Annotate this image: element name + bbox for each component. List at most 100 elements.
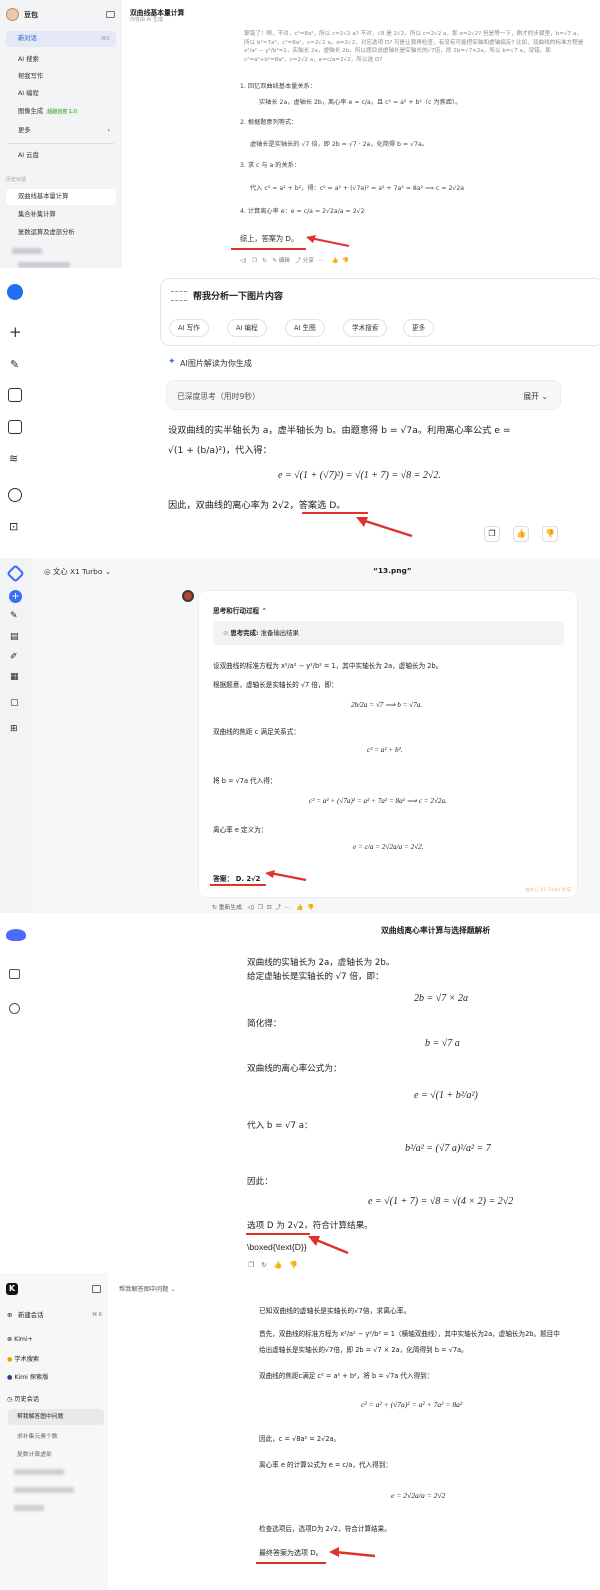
thumb-up-icon[interactable]: 👍 — [296, 905, 303, 911]
annotation-arrow — [356, 517, 413, 538]
formula-2: b = √7 a — [425, 1038, 460, 1049]
message-actions: ❐ ↻ 👍 👎 — [248, 1261, 298, 1269]
status-value: 准备输出结果 — [260, 629, 299, 637]
copy-icon[interactable]: ❐ — [258, 905, 263, 911]
thumb-up-icon[interactable]: 👍 — [513, 526, 529, 542]
pen-icon[interactable]: ✎ — [10, 358, 19, 371]
annotation-arrow — [265, 870, 307, 882]
thumb-up-icon[interactable]: 👍 — [274, 1261, 283, 1269]
regenerate-button[interactable]: ↻ 重新生成 — [212, 905, 242, 911]
assistant2-panel: + ✎ ≋ ⊡ 帮我分析一下图片内容 AI 写作 AI 编程 AI 生图 学术搜… — [0, 268, 600, 558]
chip-ai-image[interactable]: AI 生图 — [285, 319, 325, 337]
shortcut-badge: ⌘K — [100, 36, 110, 42]
thumb-down-icon[interactable]: 👎 — [307, 905, 314, 911]
terminal-icon[interactable] — [8, 388, 22, 402]
pen-icon[interactable]: ✎ — [10, 611, 18, 621]
model-selector[interactable]: ◎ 文心 X1 Turbo ⌄ — [44, 566, 111, 577]
chip-academic[interactable]: 学术搜索 — [343, 319, 388, 337]
history-item[interactable]: 复数计算虚部 — [17, 1449, 52, 1458]
apps-icon[interactable]: ⊞ — [10, 724, 18, 734]
thumb-down-icon[interactable]: 👎 — [542, 526, 558, 542]
plugin-icon[interactable]: ⊡ — [9, 520, 18, 533]
share-icon[interactable]: ⤴ — [275, 905, 281, 911]
expand-button[interactable]: 展开 ⌄ — [523, 391, 548, 402]
thumb-down-icon[interactable]: 👎 — [289, 1261, 298, 1269]
copy-icon[interactable]: ❐ — [252, 258, 257, 264]
avatar[interactable] — [6, 8, 19, 21]
line-2: 根据题意，虚轴长是实轴长的 √7 倍，即： — [213, 681, 338, 689]
regenerate-icon[interactable]: ↻ — [262, 258, 267, 264]
sidebar-item-cloud[interactable]: AI 云盘 — [6, 148, 116, 164]
copy-icon[interactable]: ❐ — [484, 526, 500, 542]
sidebar-toggle-icon[interactable] — [106, 11, 115, 18]
chip-more[interactable]: 更多 — [403, 319, 435, 337]
speaker-icon[interactable]: ◁) — [240, 258, 246, 264]
sidebar-item-image[interactable]: 图像生成 超越创意 1.0 — [6, 104, 116, 120]
thumb-up-icon[interactable]: 👍 — [332, 258, 339, 264]
line-6: 因此： — [247, 1177, 273, 1187]
new-chat-button[interactable]: 新对话 ⌘K — [6, 31, 116, 47]
blurred-history — [14, 1505, 44, 1511]
sidebar-item-coding[interactable]: AI 编程 — [6, 86, 116, 102]
clock-icon[interactable] — [8, 488, 22, 502]
history-item[interactable]: 复数运算及虚部分析 — [6, 225, 116, 241]
history-item-active[interactable]: 帮我解答图中问题 — [8, 1409, 104, 1425]
final-answer: 答案： D. 2√2 — [213, 875, 261, 883]
conclusion: 因此，双曲线的离心率为 2√2，答案选 D。 — [168, 500, 346, 511]
sidebar-item-more[interactable]: 更多 › — [6, 123, 116, 139]
edit-icon[interactable]: ✐ — [10, 652, 18, 662]
thumb-down-icon[interactable]: 👎 — [342, 258, 349, 264]
step-3-detail: 代入 c² = a² + b²，得：c² = a² + (√7a)² = a² … — [250, 185, 465, 192]
prompt-card: 帮我分析一下图片内容 AI 写作 AI 编程 AI 生图 学术搜索 更多 — [160, 278, 600, 346]
copy-icon[interactable]: ❐ — [248, 1261, 254, 1269]
sidebar-item-ai-search[interactable]: AI 搜索 — [6, 52, 116, 68]
kimi-logo-icon[interactable]: K — [6, 1283, 18, 1295]
image-icon[interactable] — [8, 420, 22, 434]
sidebar-item-explore[interactable]: ● Kimi 探索版 — [7, 1372, 48, 1381]
deep-think-bar[interactable]: 已深度思考（用时9秒） 展开 ⌄ — [166, 380, 561, 410]
sidebar-item-kimi-plus[interactable]: ⊗ Kimi+ — [7, 1336, 33, 1343]
sidebar-toggle-icon[interactable] — [92, 1285, 101, 1293]
logo-icon[interactable] — [7, 284, 23, 300]
regenerate-icon[interactable]: ↻ — [261, 1261, 267, 1269]
conversation-title: 双曲线离心率计算与选择题解析 — [381, 926, 491, 935]
line-4: 将 b = √7a 代入得： — [213, 777, 277, 785]
user-name: 豆包 — [24, 12, 38, 19]
stack-icon[interactable]: ≋ — [9, 452, 18, 465]
save-icon[interactable]: ⊡ — [267, 905, 272, 911]
deepseek-panel: 双曲线离心率计算与选择题解析 双曲线的实轴长为 2a，虚轴长为 2b。 给定虚轴… — [0, 913, 600, 1273]
new-chat-icon[interactable]: + — [9, 590, 22, 603]
calc-icon[interactable]: ▦ — [10, 672, 19, 682]
doc-icon[interactable]: ▤ — [10, 632, 19, 642]
speaker-icon[interactable]: ◁) — [247, 905, 254, 911]
divider — [8, 143, 114, 144]
formula-2: c² = a² + b². — [367, 746, 403, 754]
annotation-arrow — [329, 1547, 376, 1558]
edit-button[interactable]: ✎ 编辑 — [272, 258, 290, 264]
history-item-active[interactable]: 双曲线基本量计算 — [6, 189, 116, 205]
chat-icon[interactable]: ▢ — [10, 698, 19, 708]
logo-icon[interactable] — [6, 564, 25, 583]
sidebar-item-academic[interactable]: ● 学术搜索 — [7, 1354, 39, 1363]
more-icon[interactable]: ⋯ — [285, 905, 291, 911]
history-item[interactable]: 集合补集计算 — [6, 207, 116, 223]
step-2-detail: 虚轴长是实轴长的 √7 倍，即 2b = √7 · 2a，化简得 b = √7a… — [250, 141, 428, 148]
process-header[interactable]: 思考和行动过程 ⌃ — [213, 605, 267, 615]
line-1: 双曲线的实轴长为 2a，虚轴长为 2b。 — [247, 958, 395, 968]
whale-logo-icon[interactable] — [6, 929, 26, 941]
history-item[interactable]: 求补集元素个数 — [17, 1431, 58, 1440]
chip-ai-coding[interactable]: AI 编程 — [227, 319, 267, 337]
generated-label: AI图片解读为你生成 — [180, 359, 252, 368]
doubao-panel: 豆包 新对话 ⌘K AI 搜索 帮我写作 AI 编程 图像生成 超越创意 1.0 … — [0, 0, 600, 268]
sidebar-toggle-icon[interactable] — [9, 969, 20, 979]
new-chat-button[interactable]: ⊕ 新建会话 ⌘ K — [6, 1307, 104, 1323]
new-chat-icon[interactable] — [9, 1003, 20, 1014]
formula-2: e = 2√2a/a = 2√2 — [391, 1491, 446, 1500]
plus-icon[interactable]: + — [9, 323, 22, 341]
conversation-header[interactable]: 帮我解答图中问题 ⌄ — [119, 1284, 176, 1293]
more-icon[interactable]: ⋯ — [319, 258, 325, 264]
share-button[interactable]: ⤴ 分享 — [295, 258, 314, 264]
conversation-subtitle: 内容由 AI 生成 — [130, 17, 164, 23]
sidebar-item-writing[interactable]: 帮我写作 — [6, 69, 116, 85]
chip-ai-writing[interactable]: AI 写作 — [169, 319, 209, 337]
